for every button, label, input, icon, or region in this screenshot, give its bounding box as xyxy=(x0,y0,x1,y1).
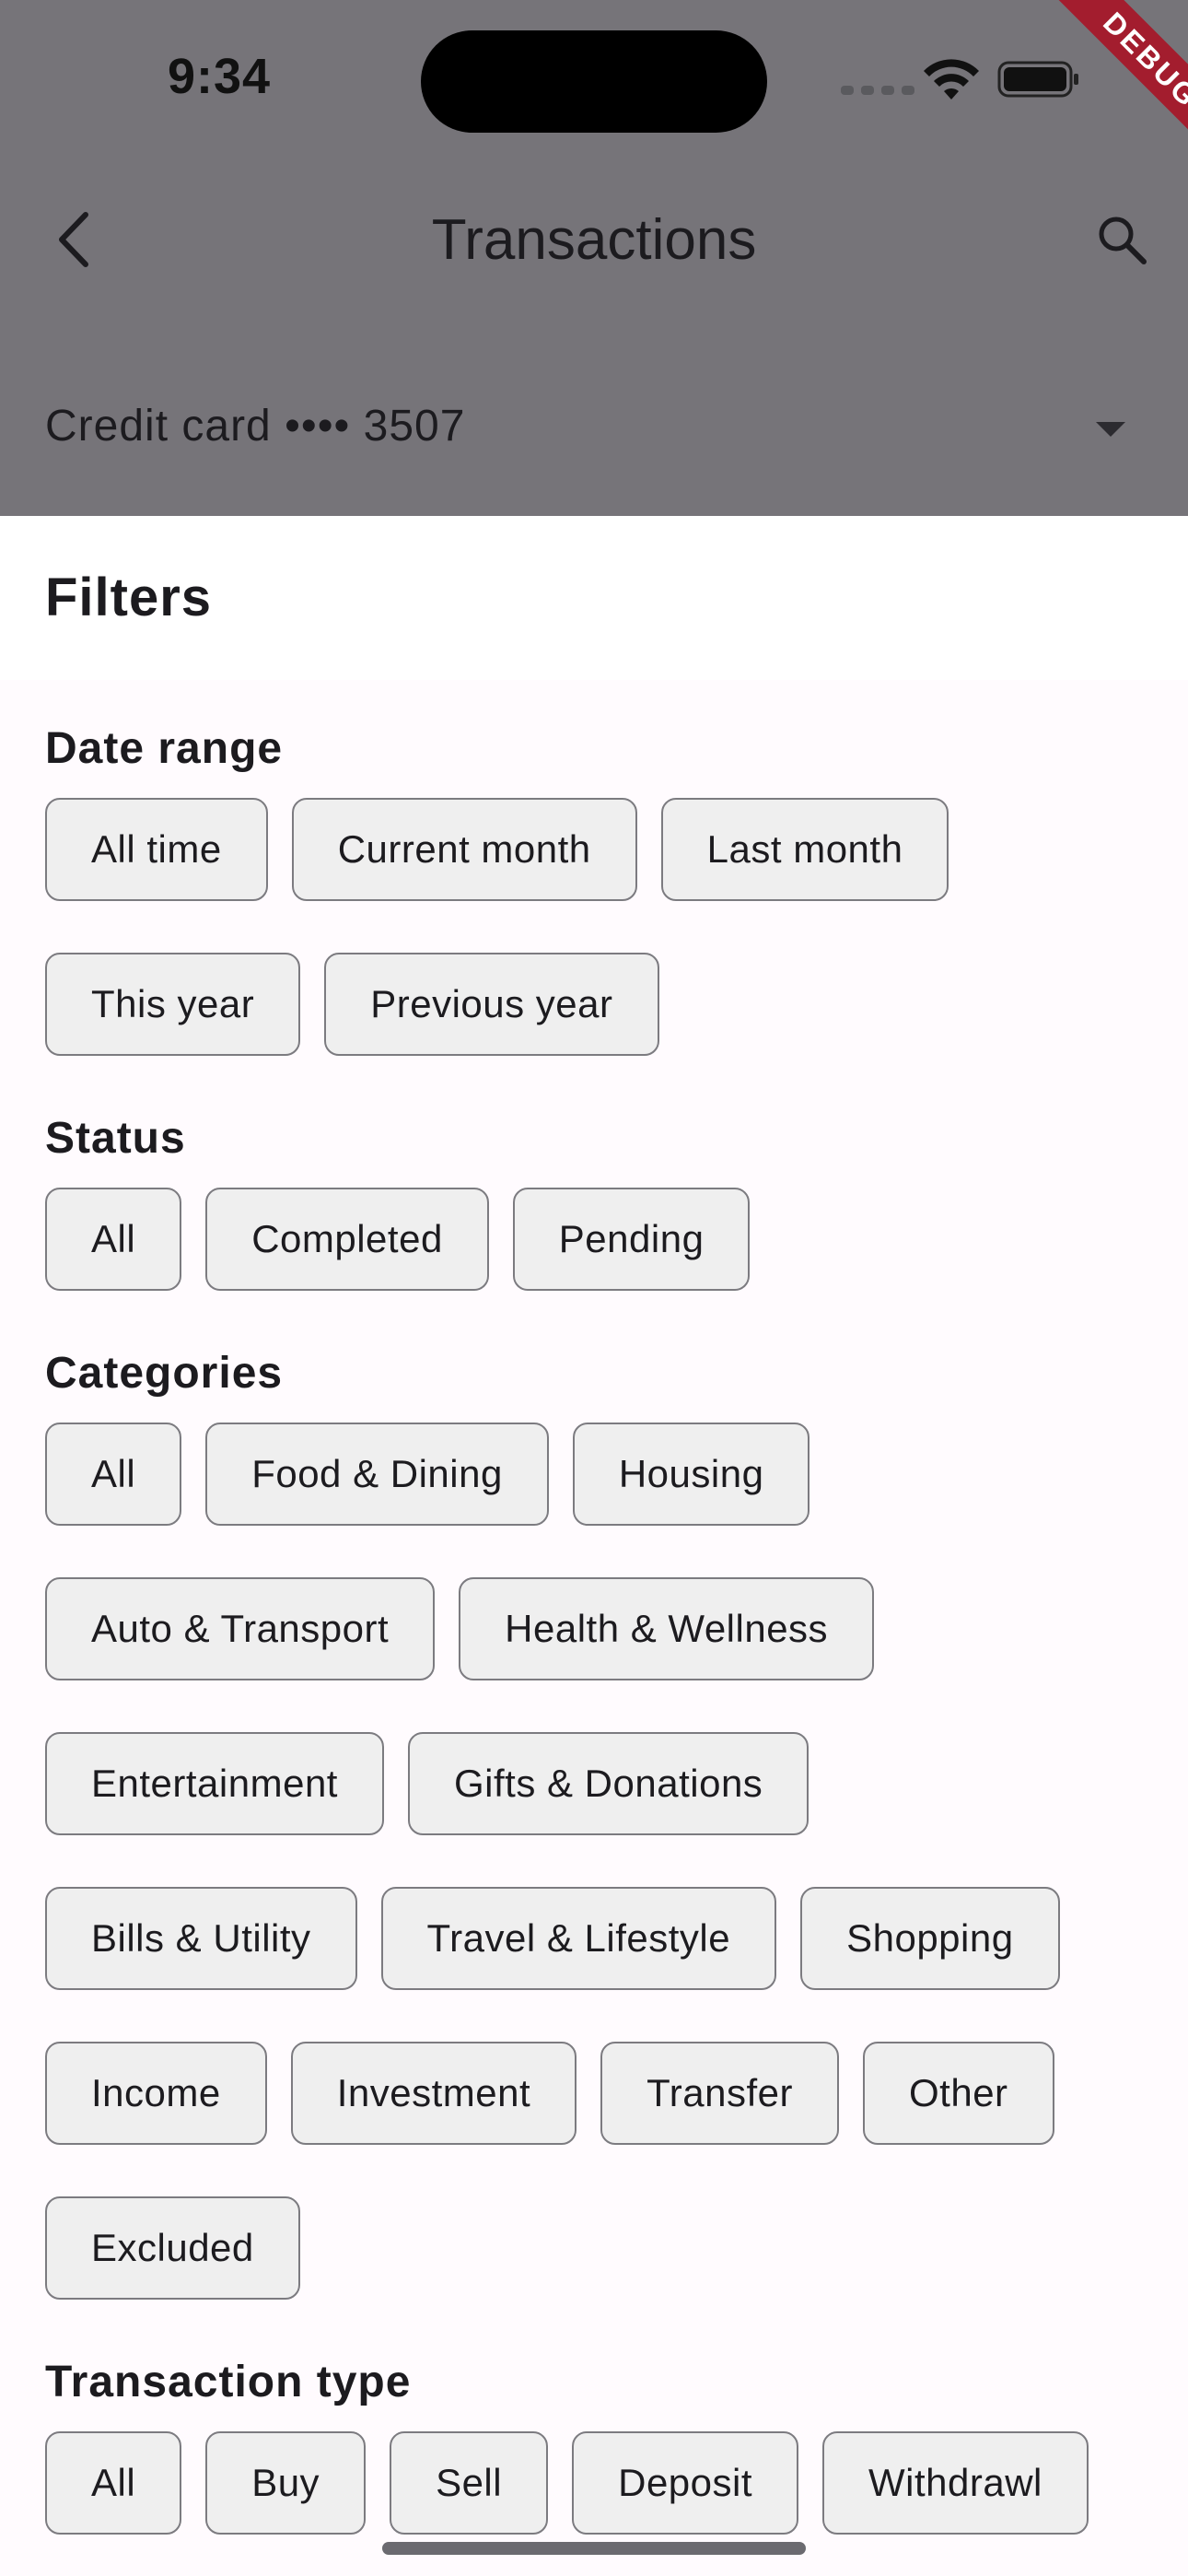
sheet-header: Filters xyxy=(0,516,1188,680)
status-row: All Completed Pending xyxy=(45,1188,751,1291)
transaction-type-row: All Buy Sell Deposit Withdrawl xyxy=(45,2431,1089,2535)
status-time: 9:34 xyxy=(168,49,272,104)
chip-previous-year[interactable]: Previous year xyxy=(324,953,659,1056)
chip-this-year[interactable]: This year xyxy=(45,953,301,1056)
chip-excluded[interactable]: Excluded xyxy=(45,2196,300,2300)
status-title: Status xyxy=(45,1114,186,1163)
chip-housing[interactable]: Housing xyxy=(572,1423,810,1526)
chip-last-month[interactable]: Last month xyxy=(660,798,949,901)
chip-health-wellness[interactable]: Health & Wellness xyxy=(459,1577,875,1680)
categories-row: Income Investment Transfer Other xyxy=(45,2042,1054,2145)
sheet-title: Filters xyxy=(45,568,213,627)
categories-row: Excluded xyxy=(45,2196,300,2300)
chip-type-all[interactable]: All xyxy=(45,2431,182,2535)
dynamic-island xyxy=(421,30,767,133)
home-indicator[interactable] xyxy=(382,2542,806,2555)
page-title: Transactions xyxy=(431,208,757,272)
categories-row: Entertainment Gifts & Donations xyxy=(45,1732,809,1835)
categories-row: All Food & Dining Housing xyxy=(45,1423,810,1526)
chip-pending[interactable]: Pending xyxy=(512,1188,751,1291)
chip-withdrawl[interactable]: Withdrawl xyxy=(822,2431,1089,2535)
wifi-icon xyxy=(924,59,979,100)
chip-income[interactable]: Income xyxy=(45,2042,267,2145)
categories-row: Auto & Transport Health & Wellness xyxy=(45,1577,875,1680)
categories-row: Bills & Utility Travel & Lifestyle Shopp… xyxy=(45,1887,1060,1990)
chip-investment[interactable]: Investment xyxy=(290,2042,577,2145)
chip-shopping[interactable]: Shopping xyxy=(800,1887,1060,1990)
chip-buy[interactable]: Buy xyxy=(205,2431,367,2535)
transaction-type-title: Transaction type xyxy=(45,2358,412,2406)
chip-current-month[interactable]: Current month xyxy=(291,798,637,901)
chip-status-all[interactable]: All xyxy=(45,1188,182,1291)
chip-other[interactable]: Other xyxy=(863,2042,1054,2145)
chip-transfer[interactable]: Transfer xyxy=(600,2042,839,2145)
chip-auto-transport[interactable]: Auto & Transport xyxy=(45,1577,436,1680)
chip-category-all[interactable]: All xyxy=(45,1423,182,1526)
date-range-row: This year Previous year xyxy=(45,953,659,1056)
battery-icon xyxy=(997,61,1078,98)
filters-sheet: Filters Date range All time Current mont… xyxy=(0,516,1188,2576)
chip-entertainment[interactable]: Entertainment xyxy=(45,1732,384,1835)
chip-gifts-donations[interactable]: Gifts & Donations xyxy=(407,1732,809,1835)
search-icon[interactable] xyxy=(1094,212,1149,267)
account-selector[interactable]: Credit card •••• 3507 xyxy=(45,401,465,451)
date-range-row: All time Current month Last month xyxy=(45,798,949,901)
cellular-signal-icon xyxy=(841,86,914,95)
chip-completed[interactable]: Completed xyxy=(205,1188,489,1291)
chip-bills-utility[interactable]: Bills & Utility xyxy=(45,1887,357,1990)
chip-sell[interactable]: Sell xyxy=(390,2431,549,2535)
date-range-title: Date range xyxy=(45,724,284,773)
chip-food-dining[interactable]: Food & Dining xyxy=(205,1423,549,1526)
categories-title: Categories xyxy=(45,1349,284,1398)
chip-travel-lifestyle[interactable]: Travel & Lifestyle xyxy=(380,1887,777,1990)
chip-deposit[interactable]: Deposit xyxy=(572,2431,799,2535)
chip-all-time[interactable]: All time xyxy=(45,798,268,901)
dropdown-arrow-icon[interactable] xyxy=(1096,422,1125,437)
